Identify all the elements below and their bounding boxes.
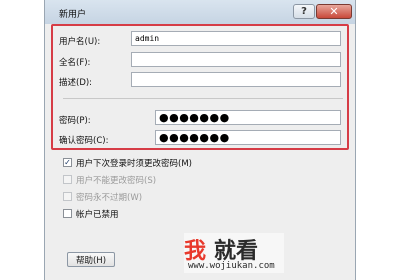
must-change-label: 用户下次登录时须更改密码(M): [76, 158, 192, 169]
separator: [63, 98, 343, 99]
close-icon: ✕: [329, 5, 339, 18]
never-expires-option: 密码永不过期(W): [63, 191, 143, 203]
must-change-option[interactable]: ✓ 用户下次登录时须更改密码(M): [63, 157, 192, 169]
disabled-account-label: 帐户已禁用: [76, 209, 119, 220]
description-field[interactable]: [131, 72, 341, 87]
watermark-url: www.wojiukan.com: [188, 261, 275, 271]
title-help-button[interactable]: ?: [293, 4, 315, 19]
never-expires-label: 密码永不过期(W): [76, 192, 143, 203]
must-change-checkbox[interactable]: ✓: [63, 158, 72, 167]
fullname-field[interactable]: [131, 52, 341, 67]
confirm-password-field[interactable]: ●●●●●●●: [155, 130, 341, 145]
cannot-change-label: 用户不能更改密码(S): [76, 175, 157, 186]
title-bar: 新用户 ? ✕: [45, 0, 355, 24]
window-title: 新用户: [59, 10, 87, 20]
password-label: 密码(P):: [59, 116, 91, 126]
watermark: 我 就看 www.wojiukan.com: [184, 233, 284, 273]
cannot-change-checkbox: [63, 175, 72, 184]
help-button[interactable]: 帮助(H): [67, 252, 115, 267]
close-button[interactable]: ✕: [316, 4, 352, 19]
password-field[interactable]: ●●●●●●●: [155, 110, 341, 125]
username-label: 用户名(U):: [59, 37, 101, 47]
confirm-password-label: 确认密码(C):: [59, 136, 109, 146]
fullname-label: 全名(F):: [59, 58, 91, 68]
never-expires-checkbox: [63, 192, 72, 201]
username-field[interactable]: admin: [131, 31, 341, 46]
disabled-account-option[interactable]: 帐户已禁用: [63, 208, 119, 220]
description-label: 描述(D):: [59, 78, 93, 88]
cannot-change-option: 用户不能更改密码(S): [63, 174, 157, 186]
help-icon: ?: [301, 6, 307, 17]
disabled-account-checkbox[interactable]: [63, 209, 72, 218]
